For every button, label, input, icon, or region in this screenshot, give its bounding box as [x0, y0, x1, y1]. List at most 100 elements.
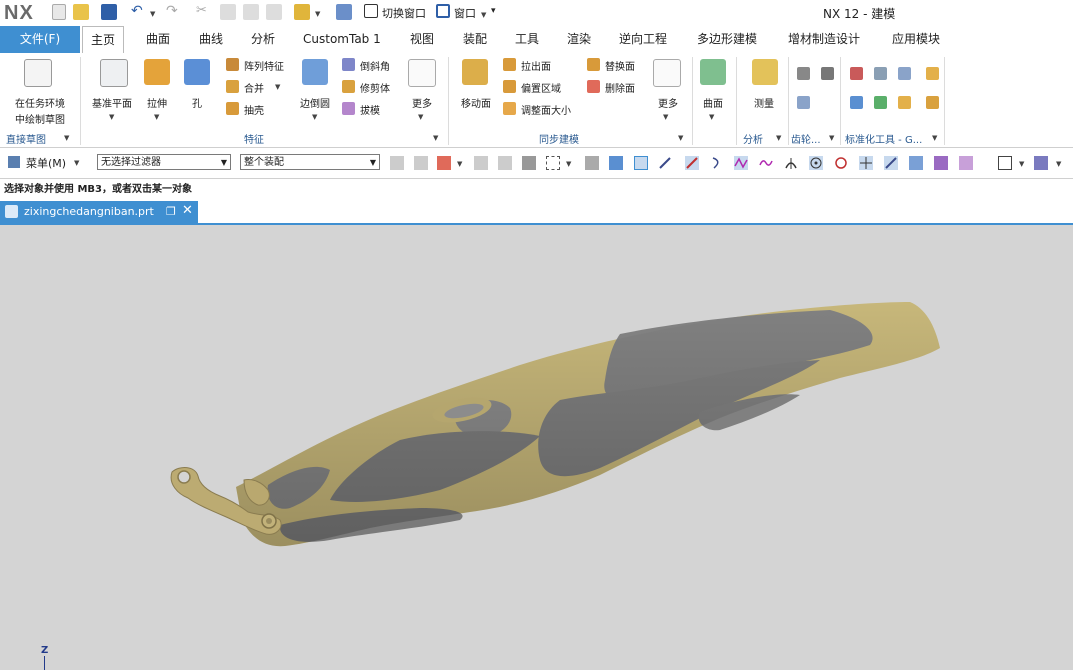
- repeat-command-icon[interactable]: [336, 4, 352, 20]
- extrude-dropdown-icon[interactable]: ▼: [154, 113, 159, 121]
- end-point-icon[interactable]: [658, 156, 672, 170]
- feature-group-dropdown-icon[interactable]: ▼: [433, 134, 438, 142]
- datum-plane-label[interactable]: 基准平面: [86, 95, 138, 110]
- sync-group-dropdown-icon[interactable]: ▼: [678, 134, 683, 142]
- offset-region-icon[interactable]: [503, 80, 516, 93]
- draft-label[interactable]: 拔模: [360, 102, 380, 117]
- redo-icon[interactable]: ↷: [166, 3, 178, 19]
- mid-point-icon[interactable]: [685, 156, 699, 170]
- pattern-feature-icon[interactable]: [226, 58, 239, 71]
- tab-file[interactable]: 文件(F): [0, 26, 80, 53]
- datum-plane-icon[interactable]: [100, 59, 128, 87]
- spline-point-icon[interactable]: [759, 156, 773, 170]
- tab-tools[interactable]: 工具: [509, 26, 545, 53]
- new-file-icon[interactable]: [52, 4, 66, 20]
- close-icon[interactable]: ✕: [182, 200, 193, 222]
- rectangle-select-icon[interactable]: [546, 156, 560, 170]
- window-menu-dropdown-icon[interactable]: ▼: [481, 7, 486, 20]
- selection-scope-select[interactable]: 整个装配 ▼: [240, 154, 380, 170]
- deselect-icon[interactable]: [474, 156, 488, 170]
- pattern-feature-label[interactable]: 阵列特征: [244, 58, 284, 73]
- rectangle-select-dropdown-icon[interactable]: ▼: [566, 160, 571, 168]
- section-view-dropdown-icon[interactable]: ▼: [1056, 160, 1061, 168]
- offset-region-label[interactable]: 偏置区域: [521, 80, 561, 95]
- menu-button[interactable]: 菜单(M): [26, 155, 66, 171]
- undo-dropdown-icon[interactable]: ▼: [150, 6, 155, 19]
- tab-surface[interactable]: 曲面: [140, 26, 176, 53]
- tab-customtab-1[interactable]: CustomTab 1: [297, 26, 387, 53]
- trim-body-label[interactable]: 修剪体: [360, 80, 390, 95]
- tab-reverse-engineering[interactable]: 逆向工程: [613, 26, 673, 53]
- unite-dropdown-icon[interactable]: ▼: [275, 83, 280, 91]
- general-selection-icon[interactable]: [390, 156, 404, 170]
- customize-quick-access-icon[interactable]: ▾: [491, 6, 496, 16]
- datum-plane-dropdown-icon[interactable]: ▼: [109, 113, 114, 121]
- unite-icon[interactable]: [226, 80, 239, 93]
- pull-face-icon[interactable]: [503, 58, 516, 71]
- delete-face-label[interactable]: 删除面: [605, 80, 635, 95]
- tab-curve[interactable]: 曲线: [193, 26, 229, 53]
- chamfer-icon[interactable]: [342, 58, 355, 71]
- tangent-point-icon[interactable]: [834, 156, 848, 170]
- gear-group-dropdown-icon[interactable]: ▼: [829, 134, 834, 142]
- feature-more-dropdown-icon[interactable]: ▼: [418, 113, 423, 121]
- surface-label[interactable]: 曲面: [696, 95, 730, 110]
- hole-label[interactable]: 孔: [184, 95, 210, 110]
- resize-face-label[interactable]: 调整面大小: [521, 102, 571, 117]
- cut-icon[interactable]: ✂: [196, 3, 207, 18]
- bike-fender-model[interactable]: [0, 225, 1073, 670]
- analysis-group-dropdown-icon[interactable]: ▼: [776, 134, 781, 142]
- direct-sketch-dropdown-icon[interactable]: ▼: [64, 134, 69, 142]
- tab-home[interactable]: 主页: [82, 26, 124, 55]
- copy-icon[interactable]: [220, 4, 236, 20]
- snap-selection-icon[interactable]: [414, 156, 428, 170]
- tab-render[interactable]: 渲染: [561, 26, 597, 53]
- switch-window-icon[interactable]: [364, 4, 378, 18]
- gear-table-icon[interactable]: [797, 96, 810, 109]
- measure-label[interactable]: 测量: [746, 95, 782, 110]
- paste-icon[interactable]: [243, 4, 259, 20]
- standard-assembly-icon[interactable]: [874, 96, 887, 109]
- trim-body-icon[interactable]: [342, 80, 355, 93]
- feature-more-icon[interactable]: [408, 59, 436, 87]
- tab-assembly[interactable]: 装配: [457, 26, 493, 53]
- standard-reuse-icon[interactable]: [926, 96, 939, 109]
- resize-face-icon[interactable]: [503, 102, 516, 115]
- feature-more-label[interactable]: 更多: [404, 95, 440, 110]
- save-icon[interactable]: [101, 4, 117, 20]
- solid-body-icon[interactable]: [609, 156, 623, 170]
- standard-part-icon[interactable]: [850, 96, 863, 109]
- selection-priority-icon[interactable]: [498, 156, 512, 170]
- standard-spring-icon[interactable]: [874, 67, 887, 80]
- unite-label[interactable]: 合并: [244, 80, 264, 95]
- shell-icon[interactable]: [226, 102, 239, 115]
- standard-tool-icon[interactable]: [926, 67, 939, 80]
- gear-cylinder-icon[interactable]: [797, 67, 810, 80]
- pull-face-label[interactable]: 拉出面: [521, 58, 551, 73]
- sync-more-icon[interactable]: [653, 59, 681, 87]
- tab-view[interactable]: 视图: [404, 26, 440, 53]
- delete-face-icon[interactable]: [587, 80, 600, 93]
- undo-icon[interactable]: ↶: [131, 3, 143, 19]
- graphics-viewport[interactable]: Z: [0, 225, 1073, 670]
- existing-point-icon[interactable]: [859, 156, 873, 170]
- snap-settings-icon[interactable]: [959, 156, 973, 170]
- shell-label[interactable]: 抽壳: [244, 102, 264, 117]
- delete-icon[interactable]: [266, 4, 282, 20]
- replace-face-icon[interactable]: [587, 58, 600, 71]
- chamfer-label[interactable]: 倒斜角: [360, 58, 390, 73]
- control-point-icon[interactable]: [710, 156, 724, 170]
- standard-group-dropdown-icon[interactable]: ▼: [932, 134, 937, 142]
- move-face-label[interactable]: 移动面: [456, 95, 496, 110]
- view-box-dropdown-icon[interactable]: ▼: [1019, 160, 1024, 168]
- edge-blend-icon[interactable]: [302, 59, 328, 85]
- quadrant-point-icon[interactable]: [784, 156, 798, 170]
- extrude-label[interactable]: 拉伸: [140, 95, 174, 110]
- tab-additive-manufacturing[interactable]: 增材制造设计: [782, 26, 866, 53]
- select-all-icon[interactable]: [437, 156, 451, 170]
- select-all-dropdown-icon[interactable]: ▼: [457, 160, 462, 168]
- arc-center-icon[interactable]: [809, 156, 823, 170]
- standard-bearing-icon[interactable]: [898, 67, 911, 80]
- window-icon[interactable]: [436, 4, 450, 18]
- sketch-in-task-line1[interactable]: 在任务环境: [8, 95, 72, 110]
